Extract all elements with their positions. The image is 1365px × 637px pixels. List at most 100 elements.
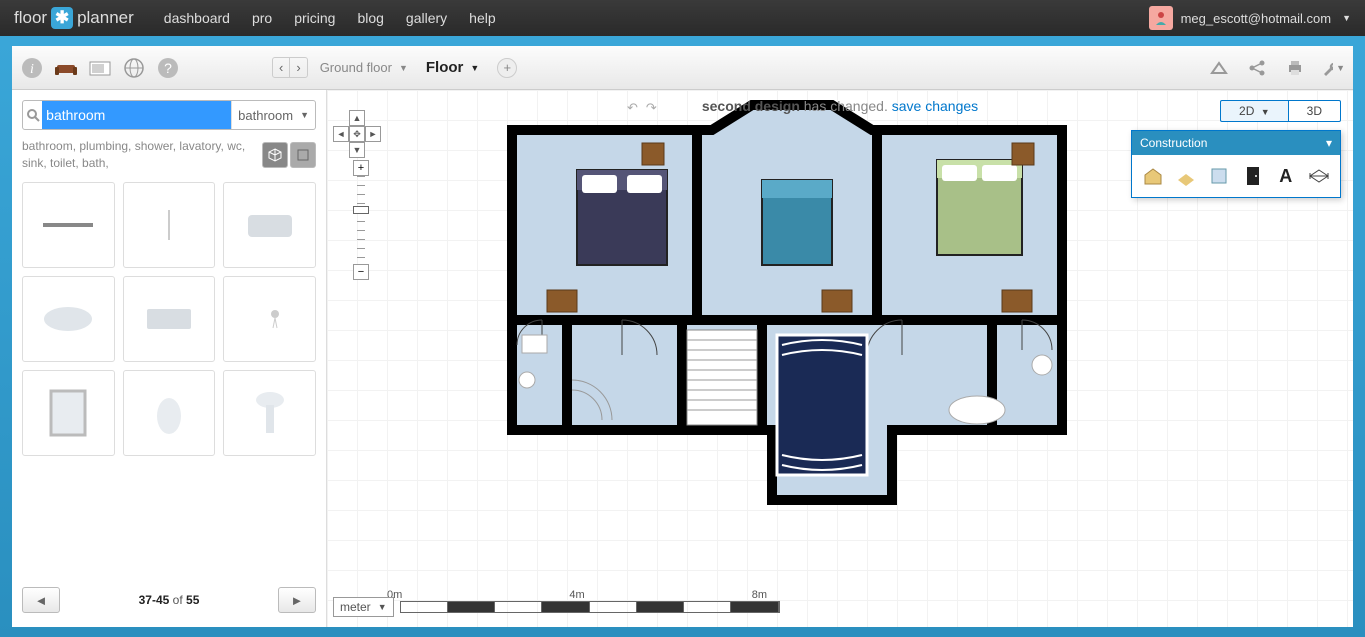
- svg-text:i: i: [30, 62, 34, 77]
- brand-text-left: floor: [14, 8, 47, 28]
- view-3d-icon[interactable]: [262, 142, 288, 168]
- ruler-bar: [400, 601, 780, 613]
- bed-left[interactable]: [577, 170, 667, 265]
- nav-blog[interactable]: blog: [357, 10, 383, 26]
- undo-icon[interactable]: ↶: [627, 100, 638, 116]
- pager: ◄ 37-45 of 55 ►: [22, 583, 316, 617]
- tool-dimension-icon[interactable]: [1306, 163, 1332, 189]
- nav-gallery[interactable]: gallery: [406, 10, 447, 26]
- view-3d-button[interactable]: 3D: [1288, 100, 1341, 122]
- nav-pricing[interactable]: pricing: [294, 10, 335, 26]
- redo-icon[interactable]: ↷: [646, 100, 657, 116]
- search-input[interactable]: [42, 101, 231, 129]
- chevron-down-icon: ▼: [1336, 63, 1345, 73]
- nav-back-icon[interactable]: ‹: [273, 58, 290, 77]
- photo-icon[interactable]: [88, 56, 112, 80]
- library-sidebar: bathroom ▼ bathroom, plumbing, shower, l…: [12, 90, 327, 627]
- avatar-icon: [1149, 6, 1173, 30]
- tool-wall-icon[interactable]: [1173, 163, 1199, 189]
- user-email: meg_escott@hotmail.com: [1181, 11, 1331, 26]
- wrench-icon[interactable]: ▼: [1321, 56, 1345, 80]
- tool-surface-icon[interactable]: [1206, 163, 1232, 189]
- user-menu[interactable]: meg_escott@hotmail.com ▼: [1149, 6, 1351, 30]
- page-next-button[interactable]: ►: [278, 587, 316, 613]
- tool-text-icon[interactable]: A: [1273, 163, 1299, 189]
- pan-right-button[interactable]: ►: [365, 126, 381, 142]
- zoom-out-button[interactable]: −: [353, 264, 369, 280]
- info-icon[interactable]: i: [20, 56, 44, 80]
- chevron-down-icon: ▼: [300, 110, 309, 120]
- pan-down-button[interactable]: ▼: [349, 142, 365, 158]
- help-icon[interactable]: ?: [156, 56, 180, 80]
- sofa-icon[interactable]: [54, 56, 78, 80]
- bed-right[interactable]: [937, 160, 1022, 255]
- filter-dropdown[interactable]: bathroom ▼: [231, 101, 315, 129]
- pan-left-button[interactable]: ◄: [333, 126, 349, 142]
- chevron-down-icon: ▼: [1261, 107, 1270, 117]
- view-switch: 2D ▼ 3D: [1220, 100, 1341, 122]
- construction-title: Construction: [1140, 136, 1207, 150]
- globe-icon[interactable]: [122, 56, 146, 80]
- library-item-bathtub[interactable]: [223, 182, 316, 268]
- library-item-sink-pedestal[interactable]: [223, 370, 316, 456]
- pan-up-button[interactable]: ▲: [349, 110, 365, 126]
- floorplan-drawing[interactable]: [502, 100, 1072, 510]
- tool-door-icon[interactable]: [1240, 163, 1266, 189]
- page-info: 37-45 of 55: [139, 593, 200, 607]
- history-nav: ‹ ›: [272, 57, 308, 78]
- export-icon[interactable]: [1207, 56, 1231, 80]
- search-tags: bathroom, plumbing, shower, lavatory, wc…: [22, 138, 256, 172]
- floor-select-parent[interactable]: Ground floor ▼: [320, 60, 408, 75]
- library-grid: [22, 182, 316, 575]
- zoom-slider: + −: [353, 160, 369, 280]
- svg-text:?: ?: [164, 60, 172, 76]
- library-item-urinal[interactable]: [123, 370, 216, 456]
- canvas[interactable]: ↶ ↷ second design has changed. save chan…: [327, 90, 1353, 627]
- app-inner: i ? ‹ › Ground floor ▼ Floor ▼ + ▼ bathr…: [12, 46, 1353, 627]
- collapse-icon[interactable]: ▾: [1326, 136, 1332, 150]
- chevron-down-icon: ▼: [1342, 13, 1351, 23]
- app-frame: i ? ‹ › Ground floor ▼ Floor ▼ + ▼ bathr…: [0, 36, 1365, 637]
- nav-pro[interactable]: pro: [252, 10, 272, 26]
- library-item-faucet[interactable]: [123, 182, 216, 268]
- tool-room-icon[interactable]: [1140, 163, 1166, 189]
- print-icon[interactable]: [1283, 56, 1307, 80]
- nav-forward-icon[interactable]: ›: [290, 58, 306, 77]
- chevron-down-icon: ▼: [399, 63, 408, 73]
- library-item-tub-oval[interactable]: [22, 276, 115, 362]
- add-floor-button[interactable]: +: [497, 58, 517, 78]
- library-item-tub-rect[interactable]: [123, 276, 216, 362]
- search-icon: [23, 101, 42, 129]
- zoom-thumb[interactable]: [353, 206, 369, 214]
- toolbar: i ? ‹ › Ground floor ▼ Floor ▼ + ▼: [12, 46, 1353, 90]
- unit-select[interactable]: meter ▼: [333, 597, 394, 617]
- chevron-down-icon: ▼: [378, 602, 387, 612]
- ruler: meter ▼: [333, 597, 780, 617]
- share-icon[interactable]: [1245, 56, 1269, 80]
- brand-logo[interactable]: floor ✱ planner: [14, 7, 134, 29]
- view-2d-icon[interactable]: [290, 142, 316, 168]
- nav-help[interactable]: help: [469, 10, 495, 26]
- pan-center-button[interactable]: ✥: [349, 126, 365, 142]
- construction-panel: Construction ▾ A: [1131, 130, 1341, 198]
- zoom-track[interactable]: [357, 176, 365, 264]
- save-notice: second design has changed. save changes: [702, 98, 978, 114]
- chevron-down-icon: ▼: [470, 63, 479, 73]
- bed-center[interactable]: [762, 180, 832, 265]
- top-navbar: floor ✱ planner dashboard pro pricing bl…: [0, 0, 1365, 36]
- page-prev-button[interactable]: ◄: [22, 587, 60, 613]
- library-item-mirror[interactable]: [22, 370, 115, 456]
- nav-dashboard[interactable]: dashboard: [164, 10, 230, 26]
- brand-text-right: planner: [77, 8, 134, 28]
- search-row: bathroom ▼: [22, 100, 316, 130]
- library-item-shower-head[interactable]: [223, 276, 316, 362]
- pan-controls: ▲ ◄✥► ▼: [333, 110, 381, 158]
- stairs[interactable]: [687, 330, 757, 425]
- library-item-drain[interactable]: [22, 182, 115, 268]
- view-2d-button[interactable]: 2D ▼: [1220, 100, 1288, 122]
- brand-icon: ✱: [51, 7, 73, 29]
- zoom-in-button[interactable]: +: [353, 160, 369, 176]
- floor-select-current[interactable]: Floor ▼: [426, 59, 479, 76]
- main-area: bathroom ▼ bathroom, plumbing, shower, l…: [12, 90, 1353, 627]
- save-changes-link[interactable]: save changes: [892, 98, 978, 114]
